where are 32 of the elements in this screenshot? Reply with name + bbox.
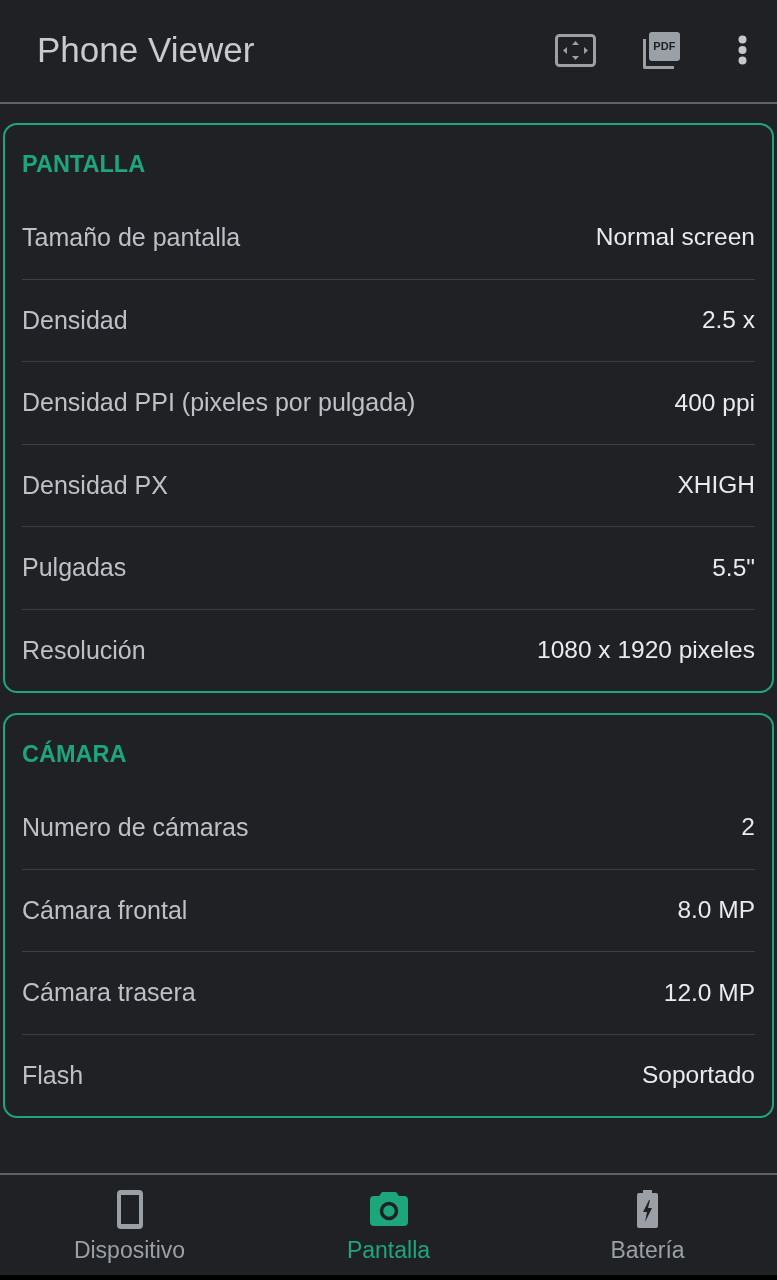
row-value: 2.5 x [701,306,755,335]
nav-tab[interactable]: Batería [518,1175,777,1275]
resize-screen-button[interactable] [555,33,596,67]
camera-icon [369,1192,408,1226]
row-label: Numero de cámaras [22,812,249,842]
row-label: Cámara trasera [22,978,196,1008]
row-value: 8.0 MP [677,896,755,925]
row-value: Soportado [641,1061,755,1090]
row-value: 1080 x 1920 pixeles [537,636,755,665]
row-label: Tamaño de pantalla [22,222,241,252]
more-options-icon [738,35,747,65]
row-label: Densidad PPI (pixeles por pulgada) [22,388,416,418]
row-label: Cámara frontal [22,895,188,925]
section-title: CÁMARA [22,741,127,767]
row-value: Normal screen [595,223,755,252]
section-title: PANTALLA [22,151,146,177]
row-value: 2 [741,813,755,842]
screen-resize-icon [555,33,596,67]
row-label: Flash [22,1060,84,1090]
row-label: Densidad [22,305,128,335]
row-value: 400 ppi [674,388,755,417]
row-value: 12.0 MP [663,978,755,1007]
row-value: 5.5" [712,553,755,582]
nav-tab[interactable]: Pantalla [259,1175,518,1275]
battery-charging-icon [637,1190,658,1228]
row-label: Densidad PX [22,470,168,500]
row-label: Resolución [22,635,146,665]
phone-icon [116,1189,143,1229]
nav-tab[interactable]: Dispositivo [0,1175,259,1275]
row-label: Pulgadas [22,553,127,583]
app-title: Phone Viewer [37,30,255,70]
row-value: XHIGH [677,471,755,500]
